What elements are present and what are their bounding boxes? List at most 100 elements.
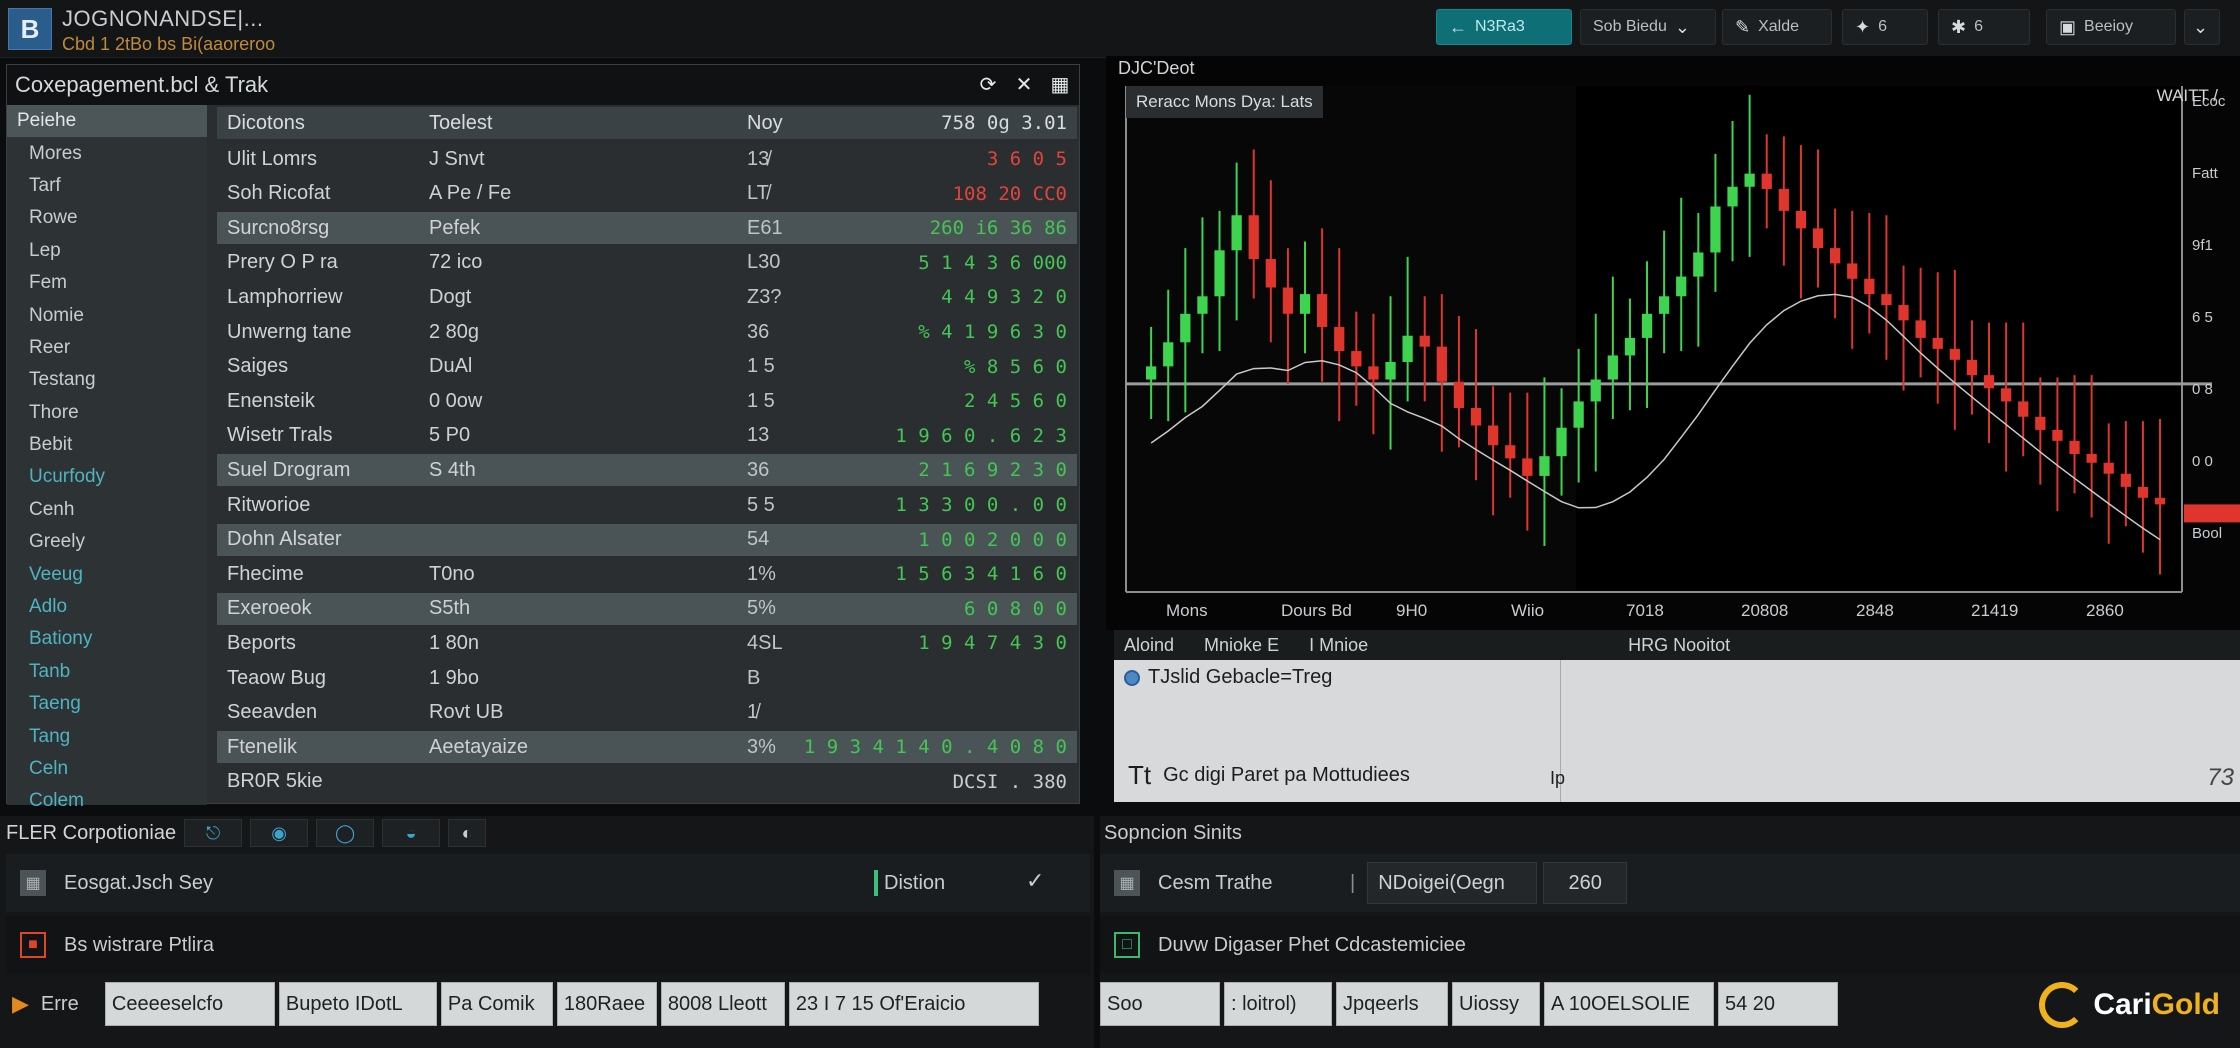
toolbar-button-2[interactable]: ✎ Xalde bbox=[1722, 9, 1832, 45]
column-header[interactable]: 758 0g 3.01 bbox=[941, 112, 1067, 134]
field-2[interactable]: Bupeto IDotL bbox=[278, 982, 437, 1026]
row-1-action[interactable]: Distion bbox=[874, 870, 945, 896]
check-icon[interactable]: ✓ bbox=[1026, 868, 1044, 894]
signals-field-5[interactable]: A 10OELSOLIE bbox=[1544, 982, 1714, 1026]
sidebar-item[interactable]: Thore bbox=[7, 397, 207, 429]
info-header-3[interactable]: I Mnioe bbox=[1309, 635, 1368, 656]
info-header-4[interactable]: HRG Nooitot bbox=[1628, 635, 1730, 656]
table-row[interactable]: Enensteik 0 0ow 1 5 2 4 5 6 0 bbox=[217, 385, 1077, 417]
sidebar-item[interactable]: Reer bbox=[7, 332, 207, 364]
table-row[interactable]: Unwerng tane 2 80g 36 % 4 1 9 6 3 0 bbox=[217, 316, 1077, 348]
export-icon[interactable]: ▦ bbox=[1047, 71, 1073, 97]
field-6[interactable]: 23 I 7 15 Of'Eraicio bbox=[788, 982, 1039, 1026]
tab-icon-3[interactable]: ◯ bbox=[316, 819, 375, 847]
candle-body bbox=[2069, 440, 2080, 454]
field-5[interactable]: 8008 Lleott bbox=[660, 982, 785, 1026]
tab-icon-5[interactable]: ◐ bbox=[448, 819, 487, 847]
sidebar-item[interactable]: Mores bbox=[7, 137, 207, 169]
signals-field-3[interactable]: Jpqeerls bbox=[1336, 982, 1448, 1026]
table-row[interactable]: Lamphorriew Dogt Z3? 4 4 9 3 2 0 bbox=[217, 281, 1077, 313]
sidebar-item[interactable]: Ucurfody bbox=[7, 461, 207, 493]
sidebar-item[interactable]: Greely bbox=[7, 526, 207, 558]
table-row[interactable]: Soh Ricofat A Pe / Fe LT̸ 108 20 CC0 bbox=[217, 178, 1077, 210]
table-row[interactable]: Fhecime T0no 1% 1 5 6 3 4 1 6 0 bbox=[217, 558, 1077, 590]
table-row[interactable]: Wisetr Trals 5 P0 13 1 9 6 0 . 6 2 3 bbox=[217, 420, 1077, 452]
sidebar-item[interactable]: Peiehe bbox=[7, 105, 207, 138]
table-cell: 6 0 8 0 0 bbox=[964, 597, 1067, 620]
toolbar-button-4[interactable]: ✱ 6 bbox=[1938, 9, 2030, 45]
column-header[interactable]: Dicotons bbox=[227, 112, 305, 135]
signals-field-2[interactable]: : loitrol) bbox=[1224, 982, 1332, 1026]
checkbox-icon[interactable]: □ bbox=[1114, 932, 1140, 958]
column-header[interactable]: Noy bbox=[747, 112, 783, 135]
table-row[interactable]: Surcno8rsg Pefek E61 260 i6 36 86 bbox=[217, 212, 1077, 245]
toolbar-button-3[interactable]: ✦ 6 bbox=[1842, 9, 1928, 45]
toolbar-button-5[interactable]: ▣ Beeioy bbox=[2046, 9, 2176, 45]
close-icon[interactable]: ✕ bbox=[1011, 71, 1037, 97]
candle-body bbox=[1334, 326, 1345, 352]
table-row[interactable]: Exeroeok S5th 5% 6 0 8 0 0 bbox=[217, 592, 1077, 625]
signals-field-4[interactable]: Uiossy bbox=[1452, 982, 1540, 1026]
info-header-2[interactable]: Mnioke E bbox=[1204, 635, 1279, 656]
table-row[interactable]: Saiges DuAl 1 5 % 8 5 6 0 bbox=[217, 351, 1077, 383]
signals-field-1[interactable]: Soo bbox=[1100, 982, 1220, 1026]
sidebar-item[interactable]: Adlo bbox=[7, 591, 207, 623]
sidebar-item[interactable]: Bebit bbox=[7, 429, 207, 461]
candle-body bbox=[2103, 462, 2114, 474]
info-header-1[interactable]: Aloind bbox=[1124, 635, 1174, 656]
table-row[interactable]: Ftenelik Aeetayaize 3% 1 9 3 4 1 4 0 . 4 0 … bbox=[217, 731, 1077, 764]
primary-button[interactable]: ← N3Ra3 bbox=[1436, 9, 1572, 45]
sidebar-item[interactable]: Cenh bbox=[7, 494, 207, 526]
sidebar-item[interactable]: Testang bbox=[7, 364, 207, 396]
menu-dropdown-button[interactable]: ⌄ bbox=[2184, 9, 2220, 45]
play-icon[interactable]: ▶ bbox=[12, 991, 29, 1017]
sidebar-item[interactable]: Rowe bbox=[7, 202, 207, 234]
info-line-1[interactable]: TJslid Gebacle=Treg bbox=[1124, 666, 1332, 689]
tab-icon-4[interactable]: ◒ bbox=[382, 819, 441, 847]
field-4[interactable]: 180Raee bbox=[556, 982, 657, 1026]
table-row[interactable]: Beports 1 80n 4SL 1 9 4 7 4 3 0 bbox=[217, 627, 1077, 659]
table-row[interactable]: BR0R 5kie DCSI . 380 bbox=[217, 766, 1077, 798]
table-row[interactable]: Suel Drogram S 4th 36 2 1 6 9 2 3 0 bbox=[217, 454, 1077, 487]
table-cell: 5 1 4 3 6 000 bbox=[918, 251, 1067, 274]
tab-icon-1[interactable]: ⎋ bbox=[184, 819, 243, 847]
refresh-icon[interactable]: ⟳ bbox=[975, 71, 1001, 97]
table-cell: Lamphorriew bbox=[227, 285, 343, 308]
sidebar-item[interactable]: Celn bbox=[7, 753, 207, 785]
candle-body bbox=[1299, 294, 1311, 314]
signals-field-6[interactable]: 54 20 bbox=[1718, 982, 1838, 1026]
toolbar-button-1[interactable]: Sob Biedu ⌄ bbox=[1580, 9, 1716, 45]
table-row[interactable]: Ulit Lomrs J Snvt 13̸ 3 6 0 5 bbox=[217, 143, 1077, 175]
column-header[interactable]: Toelest bbox=[429, 112, 492, 135]
sidebar-item[interactable]: Nomie bbox=[7, 299, 207, 331]
sidebar-item[interactable]: Bationy bbox=[7, 623, 207, 655]
sidebar-item[interactable]: Lep bbox=[7, 235, 207, 267]
sidebar-item[interactable]: Colem bbox=[7, 785, 207, 817]
candle-body bbox=[1676, 276, 1687, 297]
corporation-row-1[interactable]: ▦ Eosgat.Jsch Sey Distion ✓ bbox=[6, 854, 1090, 912]
table-cell: Ftenelik bbox=[227, 735, 298, 758]
sidebar-item[interactable]: Veeug bbox=[7, 558, 207, 590]
field-1[interactable]: Ceeeeselcfo bbox=[104, 982, 275, 1026]
corporation-row-2[interactable]: ■ Bs wistrare Ptlira bbox=[6, 916, 1090, 974]
tab-icon-2[interactable]: ◉ bbox=[250, 819, 309, 847]
field-3[interactable]: Pa Comik bbox=[440, 982, 553, 1026]
signals-row-1[interactable]: ▦ Cesm Trathe | NDoigei(Oegn 260 bbox=[1100, 854, 2240, 912]
table-row[interactable]: Prery O P ra 72 ico L30 5 1 4 3 6 000 bbox=[217, 247, 1077, 279]
table-row[interactable]: Teaow Bug 1 9bo B bbox=[217, 662, 1077, 694]
signals-value[interactable]: 260 bbox=[1543, 862, 1628, 904]
table-cell: Ritworioe bbox=[227, 493, 311, 516]
sidebar-item[interactable]: Fem bbox=[7, 267, 207, 299]
table-row[interactable]: Dohn Alsater 54 1 0 0 2 0 0 0 bbox=[217, 523, 1077, 556]
sidebar-item[interactable]: Tanb bbox=[7, 656, 207, 688]
info-line-2[interactable]: Tt Gc digi Paret pa Mottudiees bbox=[1128, 760, 1410, 791]
signals-select[interactable]: NDoigei(Oegn bbox=[1367, 862, 1538, 904]
price-chart[interactable]: DJC'Deot Mons Dours Bd 9H0 Wiio 7018 20808 284… bbox=[1106, 56, 2240, 630]
table-row[interactable]: Ritworioe 5 5 1 3 3 0 0 . 0 0 bbox=[217, 489, 1077, 521]
table-row[interactable]: Seeavden Rovt UB 1̸ bbox=[217, 697, 1077, 729]
sidebar-item[interactable]: Taeng bbox=[7, 688, 207, 720]
candle-body bbox=[1488, 425, 1499, 446]
sidebar-item[interactable]: Tarf bbox=[7, 170, 207, 202]
signals-row-2[interactable]: □ Duvw Digaser Phet Cdcastemiciee bbox=[1100, 916, 2240, 974]
sidebar-item[interactable]: Tang bbox=[7, 720, 207, 752]
